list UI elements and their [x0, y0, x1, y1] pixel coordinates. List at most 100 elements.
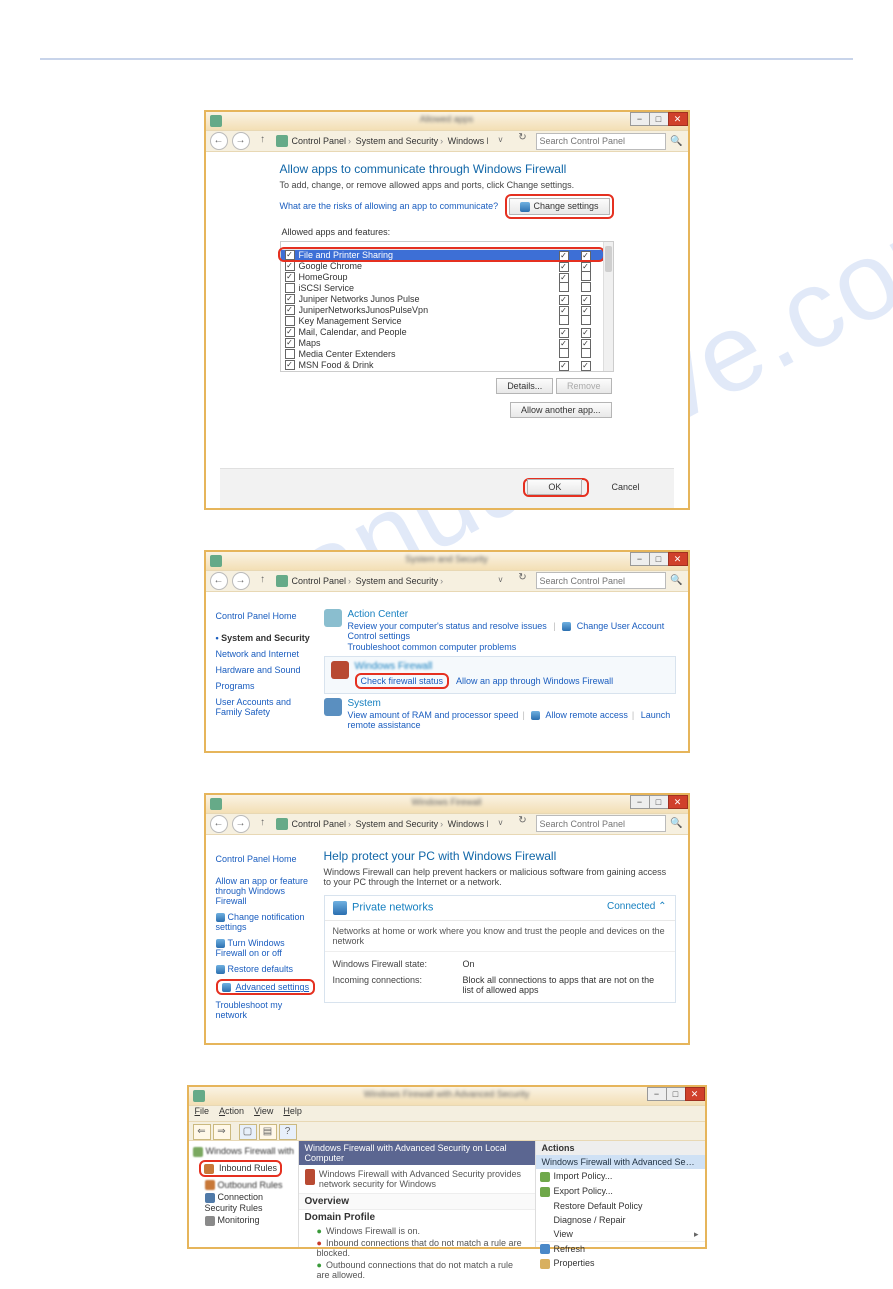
- system-link[interactable]: System: [348, 698, 676, 709]
- close-button[interactable]: ✕: [668, 795, 688, 809]
- back-button[interactable]: ←: [210, 815, 228, 833]
- tree-root[interactable]: Windows Firewall with Advanc: [193, 1145, 294, 1158]
- public-checkbox[interactable]: [581, 295, 591, 305]
- private-checkbox[interactable]: [559, 251, 569, 261]
- advanced-settings-link[interactable]: Advanced settings: [236, 982, 310, 992]
- list-item[interactable]: Juniper Networks Junos Pulse: [281, 294, 613, 305]
- action-restore[interactable]: Restore Default Policy: [536, 1199, 705, 1213]
- refresh-button[interactable]: ↻: [514, 815, 532, 833]
- breadcrumb[interactable]: Control Panel› System and Security› Wind…: [292, 136, 488, 146]
- private-checkbox[interactable]: [559, 273, 569, 283]
- allowed-apps-list[interactable]: File and Printer SharingGoogle ChromeHom…: [280, 241, 614, 372]
- private-checkbox[interactable]: [559, 295, 569, 305]
- sidebar-link[interactable]: User Accounts and Family Safety: [216, 694, 316, 720]
- list-item[interactable]: Mail, Calendar, and People: [281, 327, 613, 338]
- list-item[interactable]: iSCSI Service: [281, 283, 613, 294]
- maximize-button[interactable]: □: [649, 795, 669, 809]
- private-checkbox[interactable]: [559, 361, 569, 371]
- sidebar-link[interactable]: Network and Internet: [216, 646, 316, 662]
- private-checkbox[interactable]: [559, 339, 569, 349]
- sidebar-link[interactable]: Troubleshoot my network: [216, 997, 316, 1023]
- checkbox[interactable]: [285, 283, 295, 293]
- remove-button[interactable]: Remove: [556, 378, 612, 394]
- checkbox[interactable]: [285, 305, 295, 315]
- list-item[interactable]: MSN Food & Drink: [281, 360, 613, 371]
- private-checkbox[interactable]: [559, 315, 569, 325]
- menu-action[interactable]: Action: [219, 1106, 244, 1121]
- list-item[interactable]: Key Management Service: [281, 316, 613, 327]
- firewall-link[interactable]: Windows Firewall: [355, 661, 614, 672]
- public-checkbox[interactable]: [581, 328, 591, 338]
- maximize-button[interactable]: □: [666, 1087, 686, 1101]
- list-item[interactable]: File and Printer Sharing: [281, 250, 613, 261]
- private-checkbox[interactable]: [559, 306, 569, 316]
- tree-item[interactable]: Outbound Rules: [193, 1179, 294, 1192]
- private-checkbox[interactable]: [559, 262, 569, 272]
- tree-pane[interactable]: Windows Firewall with Advanc Inbound Rul…: [189, 1141, 299, 1247]
- menu-view[interactable]: View: [254, 1106, 273, 1121]
- refresh-button[interactable]: ↻: [514, 572, 532, 590]
- risks-link[interactable]: What are the risks of allowing an app to…: [280, 201, 499, 211]
- refresh-button[interactable]: ↻: [514, 132, 532, 150]
- scrollbar[interactable]: [603, 242, 613, 371]
- sidebar-link[interactable]: Change notification settings: [216, 909, 316, 935]
- action-export[interactable]: Export Policy...: [536, 1184, 705, 1199]
- up-button[interactable]: ↑: [254, 132, 272, 150]
- ok-button[interactable]: OK: [527, 479, 582, 495]
- cancel-button[interactable]: Cancel: [597, 480, 653, 494]
- forward-button[interactable]: →: [232, 132, 250, 150]
- public-checkbox[interactable]: [581, 271, 591, 281]
- change-settings-button[interactable]: Change settings: [509, 198, 609, 215]
- checkbox[interactable]: [285, 316, 295, 326]
- checkbox[interactable]: [285, 261, 295, 271]
- up-button[interactable]: ↑: [254, 572, 272, 590]
- checkbox[interactable]: [285, 250, 295, 260]
- minimize-button[interactable]: −: [630, 552, 650, 566]
- checkbox[interactable]: [285, 272, 295, 282]
- sidebar-link[interactable]: Hardware and Sound: [216, 662, 316, 678]
- tree-item[interactable]: Connection Security Rules: [193, 1191, 294, 1214]
- list-item[interactable]: HomeGroup: [281, 272, 613, 283]
- allow-app-link[interactable]: Allow an app through Windows Firewall: [456, 676, 613, 686]
- checkbox[interactable]: [285, 338, 295, 348]
- search-input[interactable]: [536, 572, 666, 589]
- action-import[interactable]: Import Policy...: [536, 1169, 705, 1184]
- sidebar-current[interactable]: System and Security: [216, 630, 316, 646]
- cp-home-link[interactable]: Control Panel Home: [216, 851, 316, 867]
- private-checkbox[interactable]: [559, 282, 569, 292]
- details-button[interactable]: Details...: [496, 378, 553, 394]
- allow-another-button[interactable]: Allow another app...: [510, 402, 612, 418]
- maximize-button[interactable]: □: [649, 112, 669, 126]
- checkbox[interactable]: [285, 360, 295, 370]
- sidebar-link[interactable]: Allow an app or feature through Windows …: [216, 873, 316, 909]
- check-firewall-status-link[interactable]: Check firewall status: [361, 676, 444, 686]
- list-item[interactable]: JuniperNetworksJunosPulseVpn: [281, 305, 613, 316]
- menu-bar[interactable]: File Action View Help: [189, 1105, 705, 1121]
- private-networks-header[interactable]: Private networks: [352, 901, 433, 913]
- private-checkbox[interactable]: [559, 348, 569, 358]
- public-checkbox[interactable]: [581, 306, 591, 316]
- public-checkbox[interactable]: [581, 339, 591, 349]
- connected-badge[interactable]: Connected ⌃: [607, 901, 667, 912]
- action-center-link[interactable]: Action Center: [348, 609, 676, 620]
- inbound-rules-item[interactable]: Inbound Rules: [219, 1163, 277, 1173]
- public-checkbox[interactable]: [581, 315, 591, 325]
- action-properties[interactable]: Properties: [536, 1256, 705, 1271]
- menu-file[interactable]: File: [195, 1106, 210, 1121]
- public-checkbox[interactable]: [581, 282, 591, 292]
- back-button[interactable]: ←: [210, 132, 228, 150]
- list-item[interactable]: Google Chrome: [281, 261, 613, 272]
- toolbar-btn[interactable]: ▢: [239, 1124, 257, 1140]
- public-checkbox[interactable]: [581, 251, 591, 261]
- toolbar-fwd[interactable]: ⇒: [213, 1124, 231, 1140]
- public-checkbox[interactable]: [581, 262, 591, 272]
- action-diagnose[interactable]: Diagnose / Repair: [536, 1213, 705, 1227]
- private-checkbox[interactable]: [559, 328, 569, 338]
- sidebar-link[interactable]: Programs: [216, 678, 316, 694]
- tree-item[interactable]: Monitoring: [193, 1214, 294, 1227]
- toolbar-properties[interactable]: ▤: [259, 1124, 277, 1140]
- action-refresh[interactable]: Refresh: [536, 1241, 705, 1257]
- cp-home-link[interactable]: Control Panel Home: [216, 608, 316, 624]
- toolbar-back[interactable]: ⇐: [193, 1124, 211, 1140]
- close-button[interactable]: ✕: [668, 552, 688, 566]
